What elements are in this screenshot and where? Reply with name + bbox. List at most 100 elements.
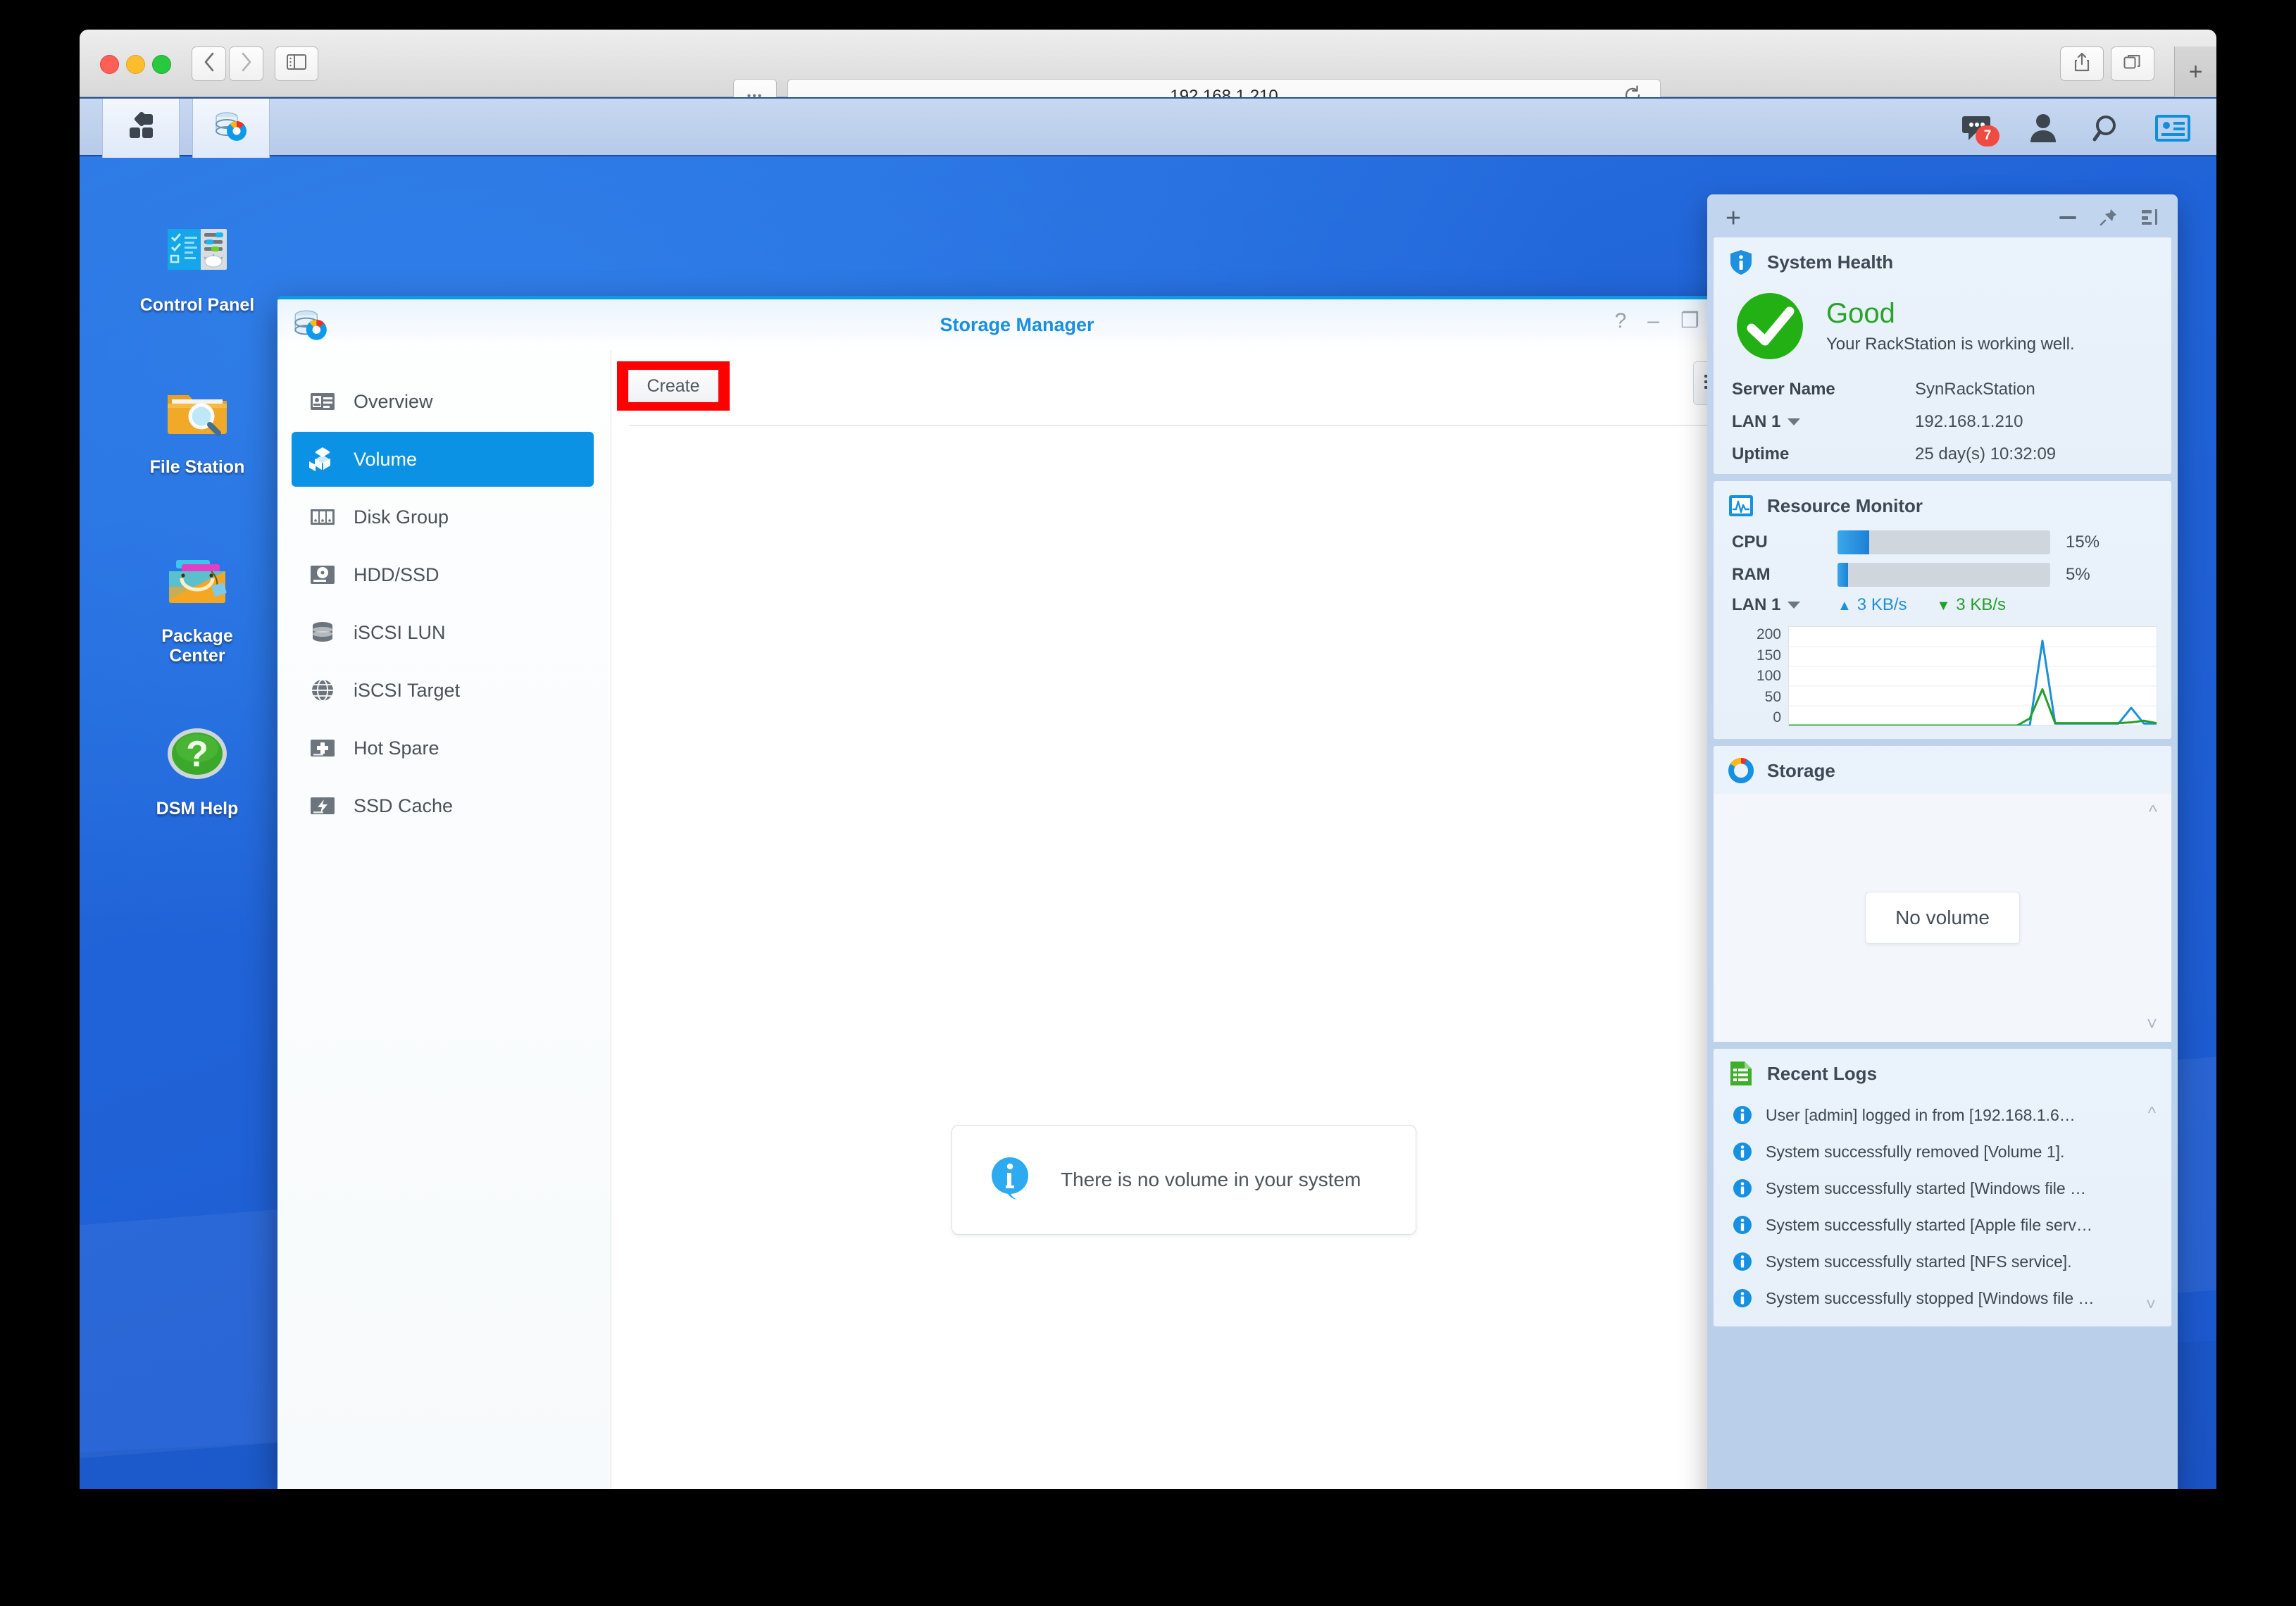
- storage-donut-icon: [1728, 757, 1754, 784]
- storage-empty-label: No volume: [1865, 892, 2020, 944]
- maximize-button[interactable]: ❐: [1680, 311, 1699, 332]
- list-item[interactable]: System successfully started [NFS service…: [1714, 1243, 2171, 1280]
- widget-title-label: System Health: [1767, 251, 1894, 273]
- cpu-usage-value: 15%: [2066, 533, 2100, 552]
- window-zoom-button[interactable]: [152, 55, 171, 74]
- search-icon[interactable]: [2090, 110, 2126, 147]
- log-text: System successfully started [NFS service…: [1766, 1252, 2072, 1271]
- log-text: User [admin] logged in from [192.168.1.6…: [1766, 1105, 2076, 1124]
- list-item[interactable]: System successfully started [Windows fil…: [1714, 1170, 2171, 1207]
- file-station-icon: [161, 375, 234, 449]
- show-all-tabs-button[interactable]: [2111, 46, 2154, 81]
- info-icon: [1732, 1178, 1753, 1199]
- desktop-icon-package-center[interactable]: Package Center: [130, 544, 264, 666]
- widgets-icon[interactable]: [2154, 110, 2191, 147]
- layout-icon[interactable]: [2140, 207, 2159, 230]
- network-traffic-plot: [1789, 627, 2157, 726]
- row-value: 25 day(s) 10:32:09: [1915, 444, 2057, 463]
- sidebar-item-hdd-ssd[interactable]: HDD/SSD: [292, 547, 594, 602]
- new-tab-button[interactable]: +: [2174, 46, 2216, 97]
- desktop-icon-dsm-help[interactable]: ? DSM Help: [130, 717, 264, 818]
- hdd-ssd-icon: [307, 559, 338, 590]
- sidebar-item-iscsi-lun[interactable]: iSCSI LUN: [292, 605, 594, 660]
- package-center-icon: [161, 544, 234, 618]
- chevron-down-icon[interactable]: [1787, 418, 1801, 425]
- share-button[interactable]: [2060, 46, 2104, 81]
- user-icon[interactable]: [2025, 110, 2061, 147]
- minimize-icon[interactable]: [2058, 212, 2078, 225]
- info-row-lan1[interactable]: LAN 1 192.168.1.210: [1714, 409, 2171, 442]
- desktop-icon-label: Package Center: [161, 626, 233, 666]
- upload-rate: 3 KB/s: [1838, 595, 1907, 615]
- widget-panel-controls: [2058, 207, 2159, 230]
- sidebar-toggle-button[interactable]: [275, 46, 318, 81]
- back-button[interactable]: [192, 46, 226, 81]
- forward-button[interactable]: [229, 46, 263, 81]
- widget-resource-monitor: Resource Monitor CPU 15% RAM 5% LAN 1 ▲ …: [1713, 480, 2172, 740]
- sidebar-icon: [287, 54, 306, 73]
- sidebar-item-label: SSD Cache: [354, 795, 454, 816]
- window-minimize-button[interactable]: [126, 55, 145, 74]
- window-close-button[interactable]: [100, 55, 119, 74]
- disk-group-icon: [307, 502, 338, 533]
- sidebar-item-hot-spare[interactable]: Hot Spare: [292, 721, 594, 776]
- resource-row-lan: LAN 1 3 KB/s 3 KB/s: [1714, 594, 2171, 622]
- desktop-icon-control-panel[interactable]: Control Panel: [130, 213, 264, 315]
- y-tick: 150: [1756, 647, 1781, 664]
- row-value: SynRackStation: [1915, 380, 2035, 399]
- health-description: Your RackStation is working well.: [1826, 335, 2075, 354]
- y-tick: 50: [1764, 688, 1781, 705]
- lan-label[interactable]: LAN 1: [1732, 595, 1838, 615]
- control-panel-icon: [161, 213, 234, 287]
- pin-icon[interactable]: [2099, 207, 2119, 230]
- desktop-icon-label: Control Panel: [139, 295, 255, 315]
- info-icon: [1732, 1104, 1753, 1126]
- sidebar-item-iscsi-target[interactable]: iSCSI Target: [292, 663, 594, 718]
- cpu-usage-bar: [1838, 530, 2050, 554]
- window-title: Storage Manager: [940, 313, 1094, 335]
- list-item[interactable]: System successfully started [Apple file …: [1714, 1207, 2171, 1243]
- info-icon: [1732, 1214, 1753, 1235]
- y-tick: 200: [1756, 626, 1781, 642]
- row-key: Server Name: [1732, 380, 1835, 399]
- hot-spare-icon: [307, 733, 338, 764]
- sidebar-item-ssd-cache[interactable]: SSD Cache: [292, 778, 594, 833]
- storage-manager-content: Create There is no volume in your system: [611, 350, 1757, 1489]
- notifications-icon[interactable]: 7: [1960, 110, 1999, 147]
- widget-title-label: Resource Monitor: [1767, 494, 1923, 516]
- widget-storage: Storage ^ No volume ˅: [1713, 745, 2172, 1042]
- sidebar-item-disk-group[interactable]: Disk Group: [292, 490, 594, 544]
- list-item[interactable]: System successfully stopped [Windows fil…: [1714, 1280, 2171, 1316]
- chevron-down-icon[interactable]: [1787, 602, 1801, 609]
- resource-row-ram: RAM 5%: [1714, 561, 2171, 594]
- desktop-icon-file-station[interactable]: File Station: [130, 375, 264, 477]
- taskbar-item-storage-manager[interactable]: [192, 99, 270, 158]
- dsm-desktop: 7 Control Panel File Station Package Cen…: [80, 97, 2216, 1489]
- arrow-up-icon: [1838, 595, 1852, 615]
- iscsi-lun-icon: [307, 617, 338, 648]
- browser-toolbar: ••• 192.168.1.210 +: [80, 30, 2216, 114]
- sidebar-item-overview[interactable]: Overview: [292, 374, 594, 429]
- widget-header: Storage: [1714, 746, 2171, 794]
- download-rate: 3 KB/s: [1937, 595, 2006, 615]
- create-button[interactable]: Create: [628, 370, 718, 402]
- add-widget-button[interactable]: +: [1726, 205, 1741, 232]
- chevron-up-icon[interactable]: ^: [2149, 801, 2157, 823]
- storage-manager-titlebar[interactable]: Storage Manager ? – ❐ ✕: [277, 299, 1757, 350]
- widget-header: System Health: [1714, 237, 2171, 285]
- widget-system-health: System Health Good Your RackStation is w…: [1713, 237, 2172, 475]
- main-menu-button[interactable]: [102, 99, 180, 158]
- help-button[interactable]: ?: [1615, 311, 1627, 332]
- desktop-icon-label: File Station: [149, 457, 245, 477]
- ram-usage-value: 5%: [2066, 565, 2090, 584]
- chevron-up-icon[interactable]: ^: [2148, 1104, 2156, 1123]
- chevron-down-icon[interactable]: ˅: [2146, 1295, 2156, 1315]
- storage-manager-window: Storage Manager ? – ❐ ✕ Overview: [277, 296, 1757, 1489]
- list-item[interactable]: System successfully removed [Volume 1].: [1714, 1133, 2171, 1170]
- minimize-button[interactable]: –: [1647, 311, 1659, 332]
- widget-title-label: Storage: [1767, 759, 1835, 781]
- chevron-down-icon[interactable]: ˅: [2147, 1013, 2157, 1035]
- list-item[interactable]: User [admin] logged in from [192.168.1.6…: [1714, 1097, 2171, 1133]
- sidebar-item-label: Hot Spare: [354, 737, 439, 759]
- sidebar-item-volume[interactable]: Volume: [292, 432, 594, 487]
